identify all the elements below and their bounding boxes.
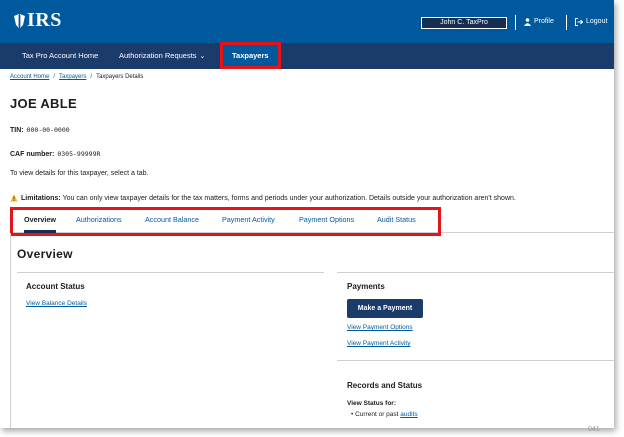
breadcrumb-separator: /: [53, 74, 56, 80]
logout-label: Logout: [586, 18, 608, 25]
breadcrumb-taxpayers[interactable]: Taxpayers: [59, 74, 86, 80]
user-name-box: John C. TaxPro: [421, 17, 507, 29]
account-status-card: [17, 272, 324, 273]
profile-link[interactable]: Profile: [524, 17, 554, 27]
main-nav: Tax Pro Account Home Authorization Reque…: [0, 43, 614, 69]
top-header: IRS John C. TaxPro Profile Logout: [0, 0, 614, 43]
header-divider: [515, 15, 516, 30]
breadcrumb: Account Home / Taxpayers / Taxpayers Details: [10, 74, 143, 80]
irs-logo[interactable]: IRS: [13, 9, 62, 32]
page-frame: IRS John C. TaxPro Profile Logout Tax Pr…: [0, 0, 614, 428]
view-balance-details-link[interactable]: View Balance Details: [26, 300, 87, 307]
audits-link[interactable]: audits: [400, 411, 417, 418]
logout-icon: [575, 18, 583, 26]
tab-instruction: To view details for this taxpayer, selec…: [10, 170, 149, 177]
tin-value: 000-00-0000: [26, 126, 70, 134]
view-payment-activity-link[interactable]: View Payment Activity: [347, 340, 410, 347]
highlight-box-nav: [220, 42, 281, 69]
caf-row: CAF number: 0305-99999R: [10, 150, 100, 158]
highlight-box-tabs: [10, 207, 441, 236]
limitations-label: Limitations:: [21, 194, 61, 202]
warning-icon: [10, 194, 18, 202]
taxpayer-name: JOE ABLE: [10, 96, 77, 111]
logo-text: IRS: [27, 9, 62, 31]
breadcrumb-account-home[interactable]: Account Home: [10, 74, 49, 80]
eagle-icon: [14, 13, 25, 28]
records-card: [337, 360, 614, 361]
header-divider: [566, 15, 567, 30]
make-payment-button[interactable]: Make a Payment: [347, 299, 423, 318]
caf-value: 0305-99999R: [57, 150, 101, 158]
tin-row: TIN: 000-00-0000: [10, 126, 70, 134]
chevron-down-icon: ⌄: [199, 53, 206, 60]
payments-card: [337, 272, 614, 273]
account-status-title: Account Status: [26, 282, 85, 291]
audits-bullet: • Current or past audits: [351, 411, 418, 418]
payments-title: Payments: [347, 282, 385, 291]
view-status-label: View Status for:: [347, 400, 397, 407]
overview-panel: [10, 233, 614, 428]
nav-label: Tax Pro Account Home: [22, 51, 99, 60]
limitations-alert: Limitations: You can only view taxpayer …: [10, 194, 516, 202]
page-number: 041: [588, 426, 600, 433]
person-icon: [524, 18, 531, 26]
nav-label: Authorization Requests: [119, 51, 197, 60]
overview-title: Overview: [17, 247, 73, 261]
caf-label: CAF number:: [10, 151, 55, 158]
tin-label: TIN:: [10, 127, 24, 134]
records-title: Records and Status: [347, 381, 423, 390]
logout-link[interactable]: Logout: [575, 17, 607, 27]
limitations-text: You can only view taxpayer details for t…: [62, 194, 516, 202]
nav-tax-pro-account-home[interactable]: Tax Pro Account Home: [22, 43, 98, 69]
breadcrumb-separator: /: [90, 74, 93, 80]
nav-authorization-requests[interactable]: Authorization Requests ⌄: [119, 43, 205, 69]
bullet-prefix: Current or past: [355, 411, 399, 418]
profile-label: Profile: [534, 18, 554, 25]
view-payment-options-link[interactable]: View Payment Options: [347, 324, 413, 331]
breadcrumb-current: Taxpayers Details: [96, 74, 144, 80]
